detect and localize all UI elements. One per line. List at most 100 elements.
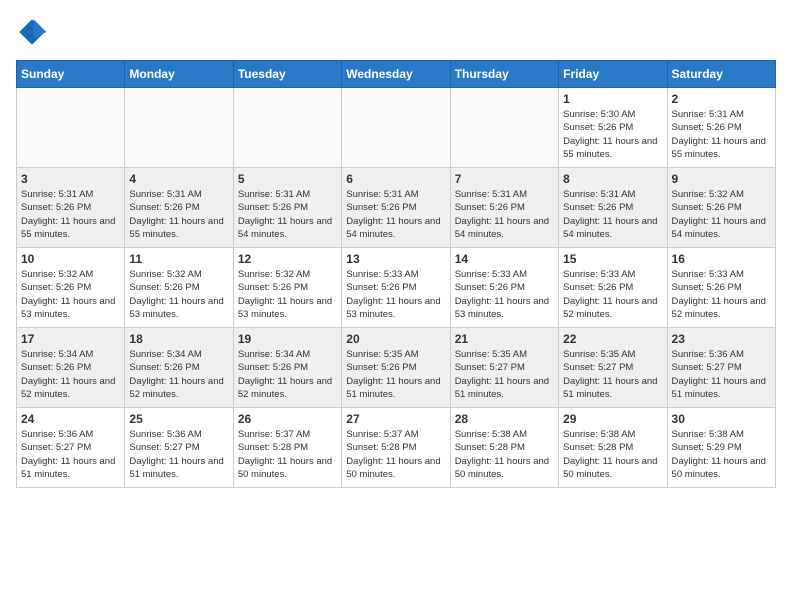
day-info: Sunrise: 5:36 AM Sunset: 5:27 PM Dayligh… bbox=[129, 428, 228, 481]
calendar-cell: 25Sunrise: 5:36 AM Sunset: 5:27 PM Dayli… bbox=[125, 408, 233, 488]
calendar-cell: 24 Sunrise: 5:36 AM Sunset: 5:27 PM Dayli… bbox=[17, 408, 125, 488]
day-info: Sunrise: 5:35 AM Sunset: 5:27 PM Dayligh… bbox=[563, 348, 662, 401]
day-number: 27 bbox=[346, 412, 445, 426]
day-info: Sunrise: 5:33 AM Sunset: 5:26 PM Dayligh… bbox=[563, 268, 662, 321]
day-number: 28 bbox=[455, 412, 554, 426]
calendar-week-row: 1Sunrise: 5:30 AM Sunset: 5:26 PM Daylig… bbox=[17, 88, 776, 168]
day-number: 23 bbox=[672, 332, 771, 346]
weekday-header: Thursday bbox=[450, 61, 558, 88]
day-info: Sunrise: 5:31 AM Sunset: 5:26 PM Dayligh… bbox=[21, 188, 120, 241]
calendar-cell bbox=[450, 88, 558, 168]
day-number: 9 bbox=[672, 172, 771, 186]
calendar-cell: 13Sunrise: 5:33 AM Sunset: 5:26 PM Dayli… bbox=[342, 248, 450, 328]
calendar-cell bbox=[125, 88, 233, 168]
calendar-cell: 22 Sunrise: 5:35 AM Sunset: 5:27 PM Dayli… bbox=[559, 328, 667, 408]
calendar-cell: 8 Sunrise: 5:31 AM Sunset: 5:26 PM Daylig… bbox=[559, 168, 667, 248]
weekday-row: SundayMondayTuesdayWednesdayThursdayFrid… bbox=[17, 61, 776, 88]
calendar-cell: 15 Sunrise: 5:33 AM Sunset: 5:26 PM Dayli… bbox=[559, 248, 667, 328]
day-info: Sunrise: 5:37 AM Sunset: 5:28 PM Dayligh… bbox=[346, 428, 445, 481]
day-info: Sunrise: 5:31 AM Sunset: 5:26 PM Dayligh… bbox=[238, 188, 337, 241]
day-number: 30 bbox=[672, 412, 771, 426]
day-info: Sunrise: 5:31 AM Sunset: 5:26 PM Dayligh… bbox=[129, 188, 228, 241]
day-info: Sunrise: 5:36 AM Sunset: 5:27 PM Dayligh… bbox=[672, 348, 771, 401]
calendar-cell: 7 Sunrise: 5:31 AM Sunset: 5:26 PM Daylig… bbox=[450, 168, 558, 248]
calendar-week-row: 10 Sunrise: 5:32 AM Sunset: 5:26 PM Dayli… bbox=[17, 248, 776, 328]
day-number: 15 bbox=[563, 252, 662, 266]
day-info: Sunrise: 5:34 AM Sunset: 5:26 PM Dayligh… bbox=[21, 348, 120, 401]
calendar-week-row: 24 Sunrise: 5:36 AM Sunset: 5:27 PM Dayli… bbox=[17, 408, 776, 488]
calendar: SundayMondayTuesdayWednesdayThursdayFrid… bbox=[16, 60, 776, 488]
day-info: Sunrise: 5:34 AM Sunset: 5:26 PM Dayligh… bbox=[238, 348, 337, 401]
weekday-header: Wednesday bbox=[342, 61, 450, 88]
day-info: Sunrise: 5:35 AM Sunset: 5:27 PM Dayligh… bbox=[455, 348, 554, 401]
day-number: 3 bbox=[21, 172, 120, 186]
day-info: Sunrise: 5:30 AM Sunset: 5:26 PM Dayligh… bbox=[563, 108, 662, 161]
day-number: 26 bbox=[238, 412, 337, 426]
day-number: 7 bbox=[455, 172, 554, 186]
day-info: Sunrise: 5:31 AM Sunset: 5:26 PM Dayligh… bbox=[346, 188, 445, 241]
calendar-cell: 27 Sunrise: 5:37 AM Sunset: 5:28 PM Dayli… bbox=[342, 408, 450, 488]
day-number: 29 bbox=[563, 412, 662, 426]
calendar-cell: 23 Sunrise: 5:36 AM Sunset: 5:27 PM Dayli… bbox=[667, 328, 775, 408]
calendar-cell bbox=[233, 88, 341, 168]
weekday-header: Saturday bbox=[667, 61, 775, 88]
calendar-cell: 5 Sunrise: 5:31 AM Sunset: 5:26 PM Daylig… bbox=[233, 168, 341, 248]
day-info: Sunrise: 5:32 AM Sunset: 5:26 PM Dayligh… bbox=[672, 188, 771, 241]
day-number: 18 bbox=[129, 332, 228, 346]
calendar-cell: 4 Sunrise: 5:31 AM Sunset: 5:26 PM Daylig… bbox=[125, 168, 233, 248]
day-info: Sunrise: 5:37 AM Sunset: 5:28 PM Dayligh… bbox=[238, 428, 337, 481]
calendar-body: 1Sunrise: 5:30 AM Sunset: 5:26 PM Daylig… bbox=[17, 88, 776, 488]
day-info: Sunrise: 5:31 AM Sunset: 5:26 PM Dayligh… bbox=[563, 188, 662, 241]
day-info: Sunrise: 5:31 AM Sunset: 5:26 PM Dayligh… bbox=[672, 108, 771, 161]
calendar-cell: 19 Sunrise: 5:34 AM Sunset: 5:26 PM Dayli… bbox=[233, 328, 341, 408]
calendar-cell: 2Sunrise: 5:31 AM Sunset: 5:26 PM Daylig… bbox=[667, 88, 775, 168]
calendar-cell: 17 Sunrise: 5:34 AM Sunset: 5:26 PM Dayli… bbox=[17, 328, 125, 408]
calendar-cell: 28 Sunrise: 5:38 AM Sunset: 5:28 PM Dayli… bbox=[450, 408, 558, 488]
day-number: 11 bbox=[129, 252, 228, 266]
day-number: 17 bbox=[21, 332, 120, 346]
calendar-cell: 9 Sunrise: 5:32 AM Sunset: 5:26 PM Daylig… bbox=[667, 168, 775, 248]
calendar-cell: 14Sunrise: 5:33 AM Sunset: 5:26 PM Dayli… bbox=[450, 248, 558, 328]
day-number: 19 bbox=[238, 332, 337, 346]
day-info: Sunrise: 5:33 AM Sunset: 5:26 PM Dayligh… bbox=[672, 268, 771, 321]
day-number: 12 bbox=[238, 252, 337, 266]
calendar-cell: 12Sunrise: 5:32 AM Sunset: 5:26 PM Dayli… bbox=[233, 248, 341, 328]
day-number: 4 bbox=[129, 172, 228, 186]
day-info: Sunrise: 5:35 AM Sunset: 5:26 PM Dayligh… bbox=[346, 348, 445, 401]
day-info: Sunrise: 5:38 AM Sunset: 5:28 PM Dayligh… bbox=[563, 428, 662, 481]
day-number: 8 bbox=[563, 172, 662, 186]
calendar-header: SundayMondayTuesdayWednesdayThursdayFrid… bbox=[17, 61, 776, 88]
calendar-cell: 18 Sunrise: 5:34 AM Sunset: 5:26 PM Dayli… bbox=[125, 328, 233, 408]
weekday-header: Tuesday bbox=[233, 61, 341, 88]
logo bbox=[16, 16, 52, 48]
calendar-cell bbox=[17, 88, 125, 168]
day-number: 16 bbox=[672, 252, 771, 266]
day-info: Sunrise: 5:33 AM Sunset: 5:26 PM Dayligh… bbox=[346, 268, 445, 321]
day-info: Sunrise: 5:32 AM Sunset: 5:26 PM Dayligh… bbox=[21, 268, 120, 321]
day-number: 10 bbox=[21, 252, 120, 266]
day-info: Sunrise: 5:38 AM Sunset: 5:29 PM Dayligh… bbox=[672, 428, 771, 481]
calendar-cell: 29 Sunrise: 5:38 AM Sunset: 5:28 PM Dayli… bbox=[559, 408, 667, 488]
calendar-cell bbox=[342, 88, 450, 168]
day-info: Sunrise: 5:36 AM Sunset: 5:27 PM Dayligh… bbox=[21, 428, 120, 481]
calendar-cell: 20Sunrise: 5:35 AM Sunset: 5:26 PM Dayli… bbox=[342, 328, 450, 408]
logo-icon bbox=[16, 16, 48, 48]
day-info: Sunrise: 5:31 AM Sunset: 5:26 PM Dayligh… bbox=[455, 188, 554, 241]
day-number: 5 bbox=[238, 172, 337, 186]
day-number: 22 bbox=[563, 332, 662, 346]
calendar-cell: 30 Sunrise: 5:38 AM Sunset: 5:29 PM Dayli… bbox=[667, 408, 775, 488]
day-number: 24 bbox=[21, 412, 120, 426]
weekday-header: Monday bbox=[125, 61, 233, 88]
calendar-cell: 1Sunrise: 5:30 AM Sunset: 5:26 PM Daylig… bbox=[559, 88, 667, 168]
weekday-header: Sunday bbox=[17, 61, 125, 88]
page-header bbox=[16, 16, 776, 48]
day-info: Sunrise: 5:38 AM Sunset: 5:28 PM Dayligh… bbox=[455, 428, 554, 481]
day-info: Sunrise: 5:32 AM Sunset: 5:26 PM Dayligh… bbox=[129, 268, 228, 321]
day-info: Sunrise: 5:33 AM Sunset: 5:26 PM Dayligh… bbox=[455, 268, 554, 321]
calendar-cell: 21Sunrise: 5:35 AM Sunset: 5:27 PM Dayli… bbox=[450, 328, 558, 408]
day-info: Sunrise: 5:34 AM Sunset: 5:26 PM Dayligh… bbox=[129, 348, 228, 401]
calendar-cell: 6Sunrise: 5:31 AM Sunset: 5:26 PM Daylig… bbox=[342, 168, 450, 248]
calendar-week-row: 17 Sunrise: 5:34 AM Sunset: 5:26 PM Dayli… bbox=[17, 328, 776, 408]
calendar-cell: 26 Sunrise: 5:37 AM Sunset: 5:28 PM Dayli… bbox=[233, 408, 341, 488]
calendar-cell: 11 Sunrise: 5:32 AM Sunset: 5:26 PM Dayli… bbox=[125, 248, 233, 328]
